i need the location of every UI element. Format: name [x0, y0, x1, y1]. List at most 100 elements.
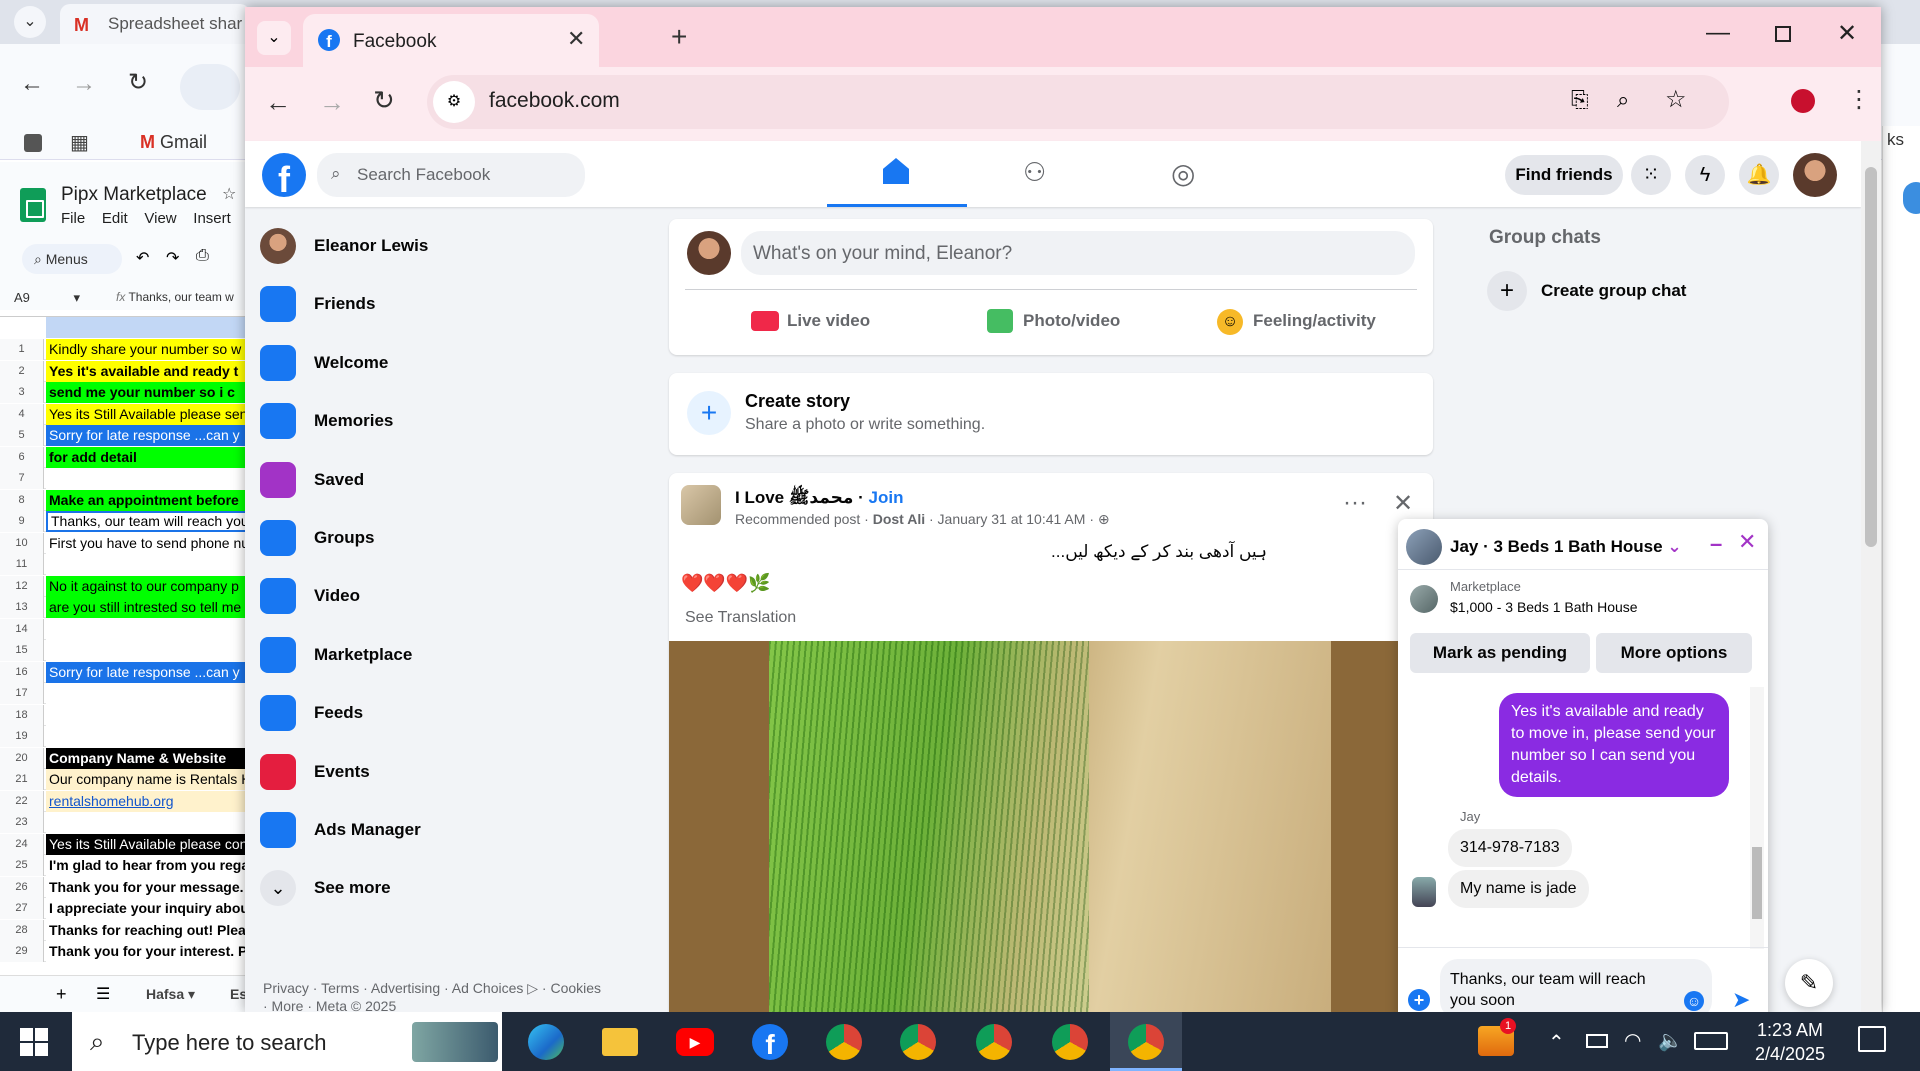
row-number[interactable]: 23: [0, 812, 44, 833]
page-scrollbar[interactable]: [1861, 141, 1881, 1012]
join-link[interactable]: Join: [869, 488, 904, 507]
post-author[interactable]: Dost Ali: [873, 511, 925, 527]
chat-add-icon[interactable]: +: [1408, 989, 1430, 1011]
back-arrow-icon[interactable]: ←: [20, 70, 44, 98]
cell-a[interactable]: [46, 468, 250, 489]
nav-gaming-tab[interactable]: ◎: [1121, 141, 1261, 207]
formula-bar[interactable]: fx Thanks, our team w: [116, 290, 250, 304]
cell-a[interactable]: Yes it's available and ready t: [46, 360, 250, 382]
back-tab[interactable]: M Spreadsheet shar: [60, 4, 250, 44]
facebook-taskbar-icon[interactable]: f: [752, 1024, 788, 1060]
cell-a[interactable]: Make an appointment before: [46, 489, 250, 511]
sheet-row[interactable]: 9 Thanks, our team will reach you s: [0, 511, 250, 532]
hide-post-icon[interactable]: ✕: [1393, 489, 1413, 518]
messenger-button[interactable]: ϟ: [1685, 155, 1725, 195]
feeling-activity-button[interactable]: ☺ Feeling/activity: [1215, 301, 1385, 341]
sheet-row[interactable]: 24 Yes its Still Available please cont: [0, 833, 250, 855]
sheet-row[interactable]: 29 Thank you for your interest. Ple: [0, 941, 250, 962]
chrome-profile-4-icon[interactable]: [1052, 1024, 1088, 1060]
post-group-avatar[interactable]: [681, 485, 721, 525]
chrome-profile-2-icon[interactable]: [900, 1024, 936, 1060]
sidebar-item-ads-manager[interactable]: Ads Manager: [260, 803, 640, 857]
sidebar-item-events[interactable]: Events: [260, 745, 640, 799]
sheet-row[interactable]: 13 are you still intrested so tell me C: [0, 597, 250, 618]
see-translation-link[interactable]: See Translation: [685, 609, 796, 627]
cell-a[interactable]: Company Name & Website: [46, 747, 250, 769]
cell-a[interactable]: [46, 618, 250, 640]
composer-input[interactable]: What's on your mind, Eleanor?: [741, 231, 1415, 275]
post-image-frame[interactable]: [669, 641, 1433, 1012]
row-number[interactable]: 10: [0, 532, 44, 554]
tab-search-button[interactable]: ⌄: [257, 21, 291, 55]
gmail-bookmark[interactable]: M Gmail: [140, 132, 207, 153]
battery-icon[interactable]: [1586, 1034, 1608, 1048]
cell-a[interactable]: No it against to our company p: [46, 575, 250, 597]
incoming-message-name[interactable]: My name is jade: [1448, 870, 1589, 908]
sheet-row[interactable]: 16 Sorry for late response ...can y: [0, 661, 250, 683]
sidebar-item-saved[interactable]: Saved: [260, 453, 640, 507]
search-input[interactable]: ⌕ Search Facebook: [317, 153, 585, 197]
chrome-profile-1-icon[interactable]: [826, 1024, 862, 1060]
sheet-row[interactable]: 23: [0, 812, 250, 833]
nav-friends-tab[interactable]: ⚇: [967, 141, 1107, 207]
row-number[interactable]: 20: [0, 747, 44, 769]
footer-line-1[interactable]: Privacy · Terms · Advertising · Ad Choic…: [263, 979, 601, 997]
sheet-row[interactable]: 14: [0, 618, 250, 640]
row-number[interactable]: 24: [0, 833, 44, 855]
taskbar-search[interactable]: ⌕ Type here to search: [72, 1012, 502, 1071]
find-friends-button[interactable]: Find friends: [1505, 155, 1623, 195]
weather-widget[interactable]: 1: [1478, 1018, 1516, 1056]
undo-icon[interactable]: ↶: [136, 248, 149, 268]
sheet-row[interactable]: 8 Make an appointment before: [0, 489, 250, 511]
site-info-icon[interactable]: ⚙: [433, 81, 475, 123]
menu-file[interactable]: File: [61, 210, 85, 227]
row-number[interactable]: 7: [0, 468, 44, 489]
cell-a[interactable]: Our company name is Rentals Ho: [46, 769, 250, 790]
cell-a[interactable]: Sorry for late response ...can y: [46, 425, 250, 446]
listing-thumbnail[interactable]: [1410, 585, 1438, 613]
emoji-icon[interactable]: ☺: [1684, 991, 1704, 1011]
forward-arrow-icon[interactable]: →: [319, 87, 345, 118]
chat-scroll-thumb[interactable]: [1752, 847, 1762, 919]
sheet-row[interactable]: 2 Yes it's available and ready t: [0, 360, 250, 382]
star-icon[interactable]: ☆: [222, 184, 236, 204]
create-group-chat-button[interactable]: + Create group chat: [1487, 269, 1787, 311]
zoom-icon[interactable]: ⌕: [1617, 87, 1629, 113]
menu-edit[interactable]: Edit: [102, 210, 128, 227]
cell-a[interactable]: Thank you for your interest. Ple: [46, 941, 250, 962]
cell-a[interactable]: [46, 554, 250, 575]
active-chrome-window[interactable]: [1110, 1012, 1182, 1071]
cell-a[interactable]: are you still intrested so tell me C: [46, 597, 250, 618]
file-explorer-icon[interactable]: [602, 1028, 638, 1056]
sheet-row[interactable]: 5 Sorry for late response ...can y: [0, 425, 250, 446]
cell-a[interactable]: Thanks for reaching out! Pleas: [46, 919, 250, 941]
sheet-title[interactable]: Pipx Marketplace: [61, 184, 207, 206]
composer-avatar[interactable]: [687, 231, 731, 275]
row-number[interactable]: 27: [0, 898, 44, 919]
chat-messages[interactable]: Yes it's available and ready to move in,…: [1398, 679, 1768, 959]
row-number[interactable]: 6: [0, 446, 44, 468]
sidebar-item-marketplace[interactable]: Marketplace: [260, 628, 640, 682]
new-message-button[interactable]: ✎: [1785, 959, 1833, 1007]
sheet-row[interactable]: 11: [0, 554, 250, 575]
sheet-row[interactable]: 6 for add detail: [0, 446, 250, 468]
cell-a[interactable]: [46, 640, 250, 661]
bookmark-star-icon[interactable]: ☆: [1665, 85, 1687, 114]
column-a-header[interactable]: [46, 317, 250, 338]
notification-center-icon[interactable]: [1858, 1026, 1886, 1052]
grid-apps-icon[interactable]: ▦: [70, 130, 89, 155]
notifications-button[interactable]: 🔔: [1739, 155, 1779, 195]
sidebar-item-friends[interactable]: Friends: [260, 277, 640, 331]
live-video-button[interactable]: Live video: [749, 301, 889, 341]
sheet-row[interactable]: 18: [0, 704, 250, 726]
menus-search[interactable]: ⌕ Menus: [22, 244, 122, 274]
chrome-menu-icon[interactable]: ⋮: [1847, 85, 1871, 114]
sheet-row[interactable]: 1 Kindly share your number so w: [0, 339, 250, 360]
chat-listing-avatar[interactable]: [1406, 529, 1442, 565]
outgoing-message[interactable]: Yes it's available and ready to move in,…: [1499, 693, 1729, 797]
footer-line-2[interactable]: · More · Meta © 2025: [263, 997, 601, 1012]
sheet-row[interactable]: 21 Our company name is Rentals Ho: [0, 769, 250, 790]
forward-arrow-icon[interactable]: →: [72, 70, 96, 98]
redo-icon[interactable]: ↷: [166, 248, 179, 268]
cell-a[interactable]: for add detail: [46, 446, 250, 468]
